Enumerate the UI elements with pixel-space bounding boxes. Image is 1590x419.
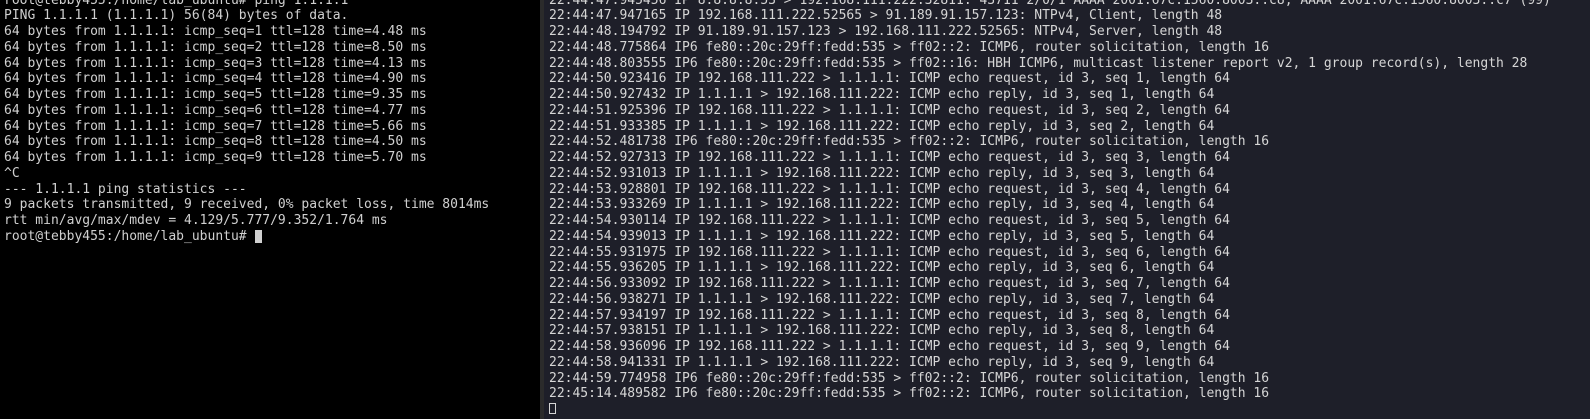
packet-line: 22:44:54.930114 IP 192.168.111.222 > 1.1… [549,213,1230,228]
terminal-line: 64 bytes from 1.1.1.1: icmp_seq=1 ttl=12… [4,24,427,39]
desktop: root@tebby455:/home/lab_ubuntu# ping 1.1… [0,0,1590,419]
packet-line: 22:44:51.933385 IP 1.1.1.1 > 192.168.111… [549,118,1215,134]
packet-line: 22:44:50.923416 IP 192.168.111.222 > 1.1… [549,71,1230,87]
tcpdump-output: 22:44:47.945456 IP 8.8.8.8.53 > 192.168.… [549,0,1551,418]
terminal-line: 64 bytes from 1.1.1.1: icmp_seq=9 ttl=12… [4,150,427,165]
packet-line: 22:44:47.947165 IP 192.168.111.222.52565… [549,8,1223,24]
terminal-line: root@tebby455:/home/lab_ubuntu# ping 1.1… [4,0,349,8]
packet-line: 22:44:56.938271 IP 1.1.1.1 > 192.168.111… [549,291,1215,307]
terminal-line: 64 bytes from 1.1.1.1: icmp_seq=4 ttl=12… [4,71,427,87]
packet-line: 22:44:48.775864 IP6 fe80::20c:29ff:fedd:… [549,39,1270,55]
packet-line: 22:44:52.481738 IP6 fe80::20c:29ff:fedd:… [549,134,1270,150]
terminal-line: 64 bytes from 1.1.1.1: icmp_seq=8 ttl=12… [4,134,427,150]
left-terminal-pane[interactable]: root@tebby455:/home/lab_ubuntu# ping 1.1… [0,0,540,419]
packet-line: 22:44:58.941331 IP 1.1.1.1 > 192.168.111… [549,354,1215,370]
terminal-line: --- 1.1.1.1 ping statistics --- [4,181,247,197]
packet-line: 22:44:57.934197 IP 192.168.111.222 > 1.1… [549,307,1230,323]
packet-line: 22:44:48.803555 IP6 fe80::20c:29ff:fedd:… [549,55,1528,71]
terminal-line: 64 bytes from 1.1.1.1: icmp_seq=2 ttl=12… [4,39,427,55]
terminal-prompt-line[interactable]: root@tebby455:/home/lab_ubuntu# [4,229,489,245]
terminal-line: 64 bytes from 1.1.1.1: icmp_seq=7 ttl=12… [4,118,427,134]
shell-prompt: root@tebby455:/home/lab_ubuntu# [4,228,247,244]
packet-line: 22:44:51.925396 IP 192.168.111.222 > 1.1… [549,102,1230,118]
packet-line: 22:44:47.945456 IP 8.8.8.8.53 > 192.168.… [549,0,1551,8]
right-terminal-pane[interactable]: 22:44:47.945456 IP 8.8.8.8.53 > 192.168.… [544,0,1590,419]
packet-line: 22:44:50.927432 IP 1.1.1.1 > 192.168.111… [549,87,1215,102]
packet-line: 22:44:53.928801 IP 192.168.111.222 > 1.1… [549,181,1230,197]
terminal-line: 9 packets transmitted, 9 received, 0% pa… [4,197,490,213]
packet-line: 22:44:54.939013 IP 1.1.1.1 > 192.168.111… [549,228,1215,244]
packet-line: 22:44:53.933269 IP 1.1.1.1 > 192.168.111… [549,197,1215,213]
packet-line: 22:44:52.927313 IP 192.168.111.222 > 1.1… [549,150,1230,165]
packet-line: 22:45:14.489582 IP6 fe80::20c:29ff:fedd:… [549,386,1270,402]
terminal-line: PING 1.1.1.1 (1.1.1.1) 56(84) bytes of d… [4,8,349,24]
terminal-line: 64 bytes from 1.1.1.1: icmp_seq=5 ttl=12… [4,87,427,102]
terminal-output: root@tebby455:/home/lab_ubuntu# ping 1.1… [4,0,489,245]
packet-line: 22:44:58.936096 IP 192.168.111.222 > 1.1… [549,339,1230,354]
terminal-line: 64 bytes from 1.1.1.1: icmp_seq=3 ttl=12… [4,55,427,71]
packet-line: 22:44:55.936205 IP 1.1.1.1 > 192.168.111… [549,260,1215,276]
cursor-line [549,402,1551,418]
packet-line: 22:44:57.938151 IP 1.1.1.1 > 192.168.111… [549,323,1215,339]
packet-line: 22:44:48.194792 IP 91.189.91.157.123 > 1… [549,24,1223,39]
text-cursor [255,229,262,243]
packet-line: 22:44:52.931013 IP 1.1.1.1 > 192.168.111… [549,165,1215,181]
terminal-line: rtt min/avg/max/mdev = 4.129/5.777/9.352… [4,213,388,228]
text-cursor [549,403,556,414]
packet-line: 22:44:56.933092 IP 192.168.111.222 > 1.1… [549,276,1230,291]
terminal-line: ^C [4,165,20,181]
terminal-line: 64 bytes from 1.1.1.1: icmp_seq=6 ttl=12… [4,102,427,118]
packet-line: 22:44:59.774958 IP6 fe80::20c:29ff:fedd:… [549,370,1270,386]
packet-line: 22:44:55.931975 IP 192.168.111.222 > 1.1… [549,244,1230,260]
